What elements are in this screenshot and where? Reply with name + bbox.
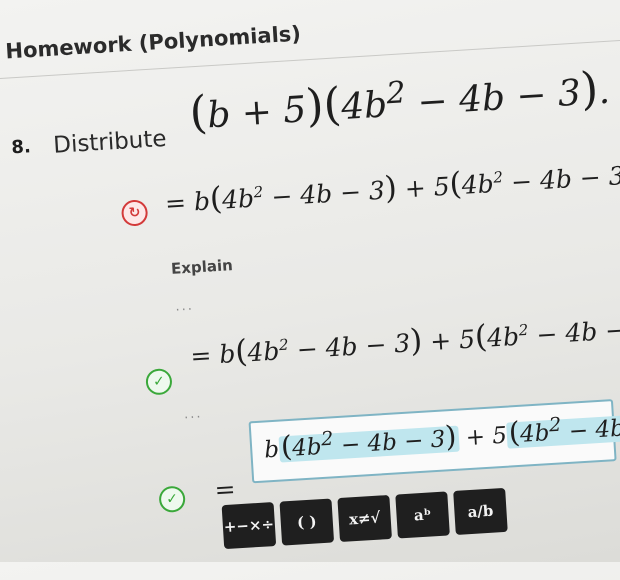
- fraction-tool[interactable]: a/b: [453, 487, 508, 535]
- step-2-expression: = b(4b2 − 4b − 3) + 5(4b2 − 4b − 3: [189, 314, 620, 371]
- ellipsis-2: ...: [183, 406, 203, 423]
- ellipsis-1: ...: [174, 298, 195, 315]
- step-3-equals: =: [213, 474, 237, 505]
- problem-number: 8.: [10, 136, 32, 159]
- problem-expression: (b + 5)(4b2 − 4b − 3).: [187, 61, 612, 140]
- math-toolbar: +−×÷ ( ) x≠√ aᵇ a/b: [221, 487, 508, 550]
- check-icon: ✓: [145, 368, 173, 396]
- retry-icon[interactable]: ↻: [120, 199, 149, 227]
- step-1-expression: = b(4b2 − 4b − 3) + 5(4b2 − 4b − 3: [164, 161, 620, 219]
- parentheses-tool[interactable]: ( ): [279, 498, 335, 546]
- operators-tool[interactable]: +−×÷: [221, 502, 277, 550]
- page-title: Homework (Polynomials): [4, 21, 302, 64]
- check-icon: ✓: [158, 485, 186, 513]
- radical-tool[interactable]: x≠√: [337, 494, 392, 543]
- problem-prompt: Distribute: [52, 125, 168, 159]
- homework-page: Homework (Polynomials) 8. Distribute (b …: [0, 0, 620, 580]
- exponent-tool[interactable]: aᵇ: [395, 491, 450, 539]
- explain-link[interactable]: Explain: [171, 256, 234, 278]
